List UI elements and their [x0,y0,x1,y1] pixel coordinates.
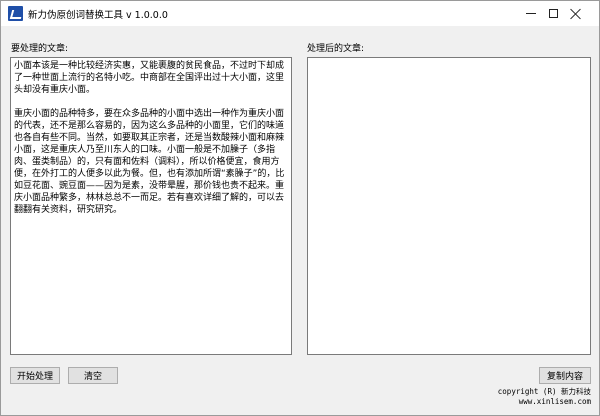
close-button[interactable] [554,1,598,26]
copyright-text: copyright (R) 新力科技 [497,387,591,396]
output-text-content [308,58,590,60]
title-bar[interactable]: 新力伪原创词替换工具 v 1.0.0.0 [1,1,599,26]
clear-button[interactable]: 清空 [68,367,118,384]
input-label: 要处理的文章: [11,44,69,54]
website-link[interactable]: www.xinlisem.com [481,397,591,407]
output-label: 处理后的文章: [307,44,365,54]
input-textarea[interactable]: 小面本该是一种比较经济实惠，又能裹腹的贫民食品，不过时下却成了一种世面上流行的名… [10,57,292,355]
output-textarea[interactable] [307,57,591,355]
close-icon [570,8,582,20]
copyright-block: copyright (R) 新力科技 www.xinlisem.com [481,387,591,407]
app-logo-icon [8,6,23,21]
copy-content-button[interactable]: 复制内容 [539,367,591,384]
input-text-content: 小面本该是一种比较经济实惠，又能裹腹的贫民食品，不过时下却成了一种世面上流行的名… [14,61,285,215]
window-title: 新力伪原创词替换工具 v 1.0.0.0 [28,10,168,21]
app-window: 新力伪原创词替换工具 v 1.0.0.0 要处理的文章: 处理后的文章: 小面本… [0,0,600,416]
start-process-button[interactable]: 开始处理 [10,367,60,384]
